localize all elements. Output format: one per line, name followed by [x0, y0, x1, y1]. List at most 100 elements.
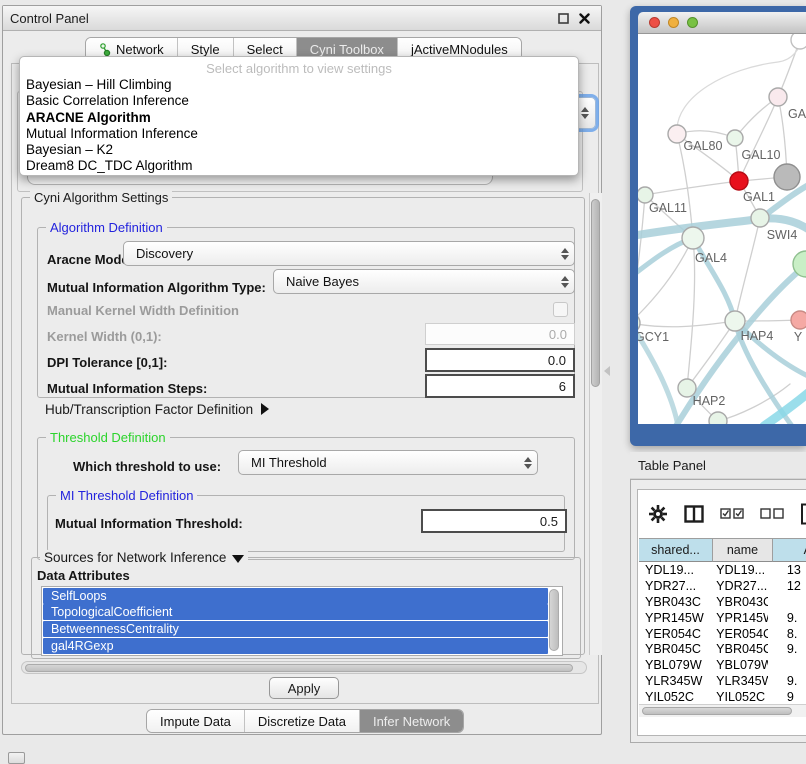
table-cell: YDR27...	[639, 579, 710, 593]
cyni-bottom-tabs: Impute Data Discretize Data Infer Network	[146, 709, 464, 733]
network-edge[interactable]	[645, 181, 739, 195]
aracne-mode-value: Discovery	[124, 246, 556, 261]
network-node-hap4[interactable]	[725, 311, 745, 331]
algorithm-option-basic-correlation-inference[interactable]: Basic Correlation Inference	[20, 93, 578, 109]
algorithm-option-dream8-dc-tdc-algorithm[interactable]: Dream8 DC_TDC Algorithm	[20, 158, 578, 174]
table-panel-title: Table Panel	[638, 458, 706, 473]
network-node-gal4[interactable]	[682, 227, 704, 249]
expand-right-icon[interactable]	[261, 403, 269, 415]
table-cell: YPR145W	[639, 611, 710, 625]
table-cell: 9.	[768, 611, 806, 625]
sources-group-title[interactable]: Sources for Network Inference	[40, 550, 248, 565]
deselect-all-checkboxes-icon[interactable]	[760, 508, 784, 519]
bottom-tab-discretize-data-label: Discretize Data	[258, 714, 346, 729]
hub-definition-section[interactable]: Hub/Transcription Factor Definition	[45, 402, 269, 417]
network-node-gal1[interactable]	[730, 172, 748, 190]
close-traffic-light-icon[interactable]	[649, 17, 660, 28]
network-node-y[interactable]	[791, 311, 806, 329]
new-table-document-icon[interactable]	[800, 503, 806, 525]
gear-icon[interactable]	[648, 504, 668, 524]
which-threshold-combo[interactable]: MI Threshold	[238, 450, 538, 475]
attributes-scrollbar-thumb[interactable]	[549, 589, 559, 651]
settings-horizontal-scrollbar-thumb[interactable]	[25, 664, 573, 672]
bottom-tab-discretize-data[interactable]: Discretize Data	[245, 710, 360, 732]
table-horizontal-scrollbar-thumb[interactable]	[642, 707, 792, 715]
algorithm-option-aracne-algorithm[interactable]: ARACNE Algorithm	[20, 110, 578, 126]
data-attributes-list[interactable]: SelfLoopsTopologicalCoefficientBetweenne…	[41, 586, 563, 656]
algorithm-definition-title: Algorithm Definition	[46, 220, 167, 235]
select-all-checkboxes-icon[interactable]	[720, 508, 744, 519]
network-edge[interactable]	[638, 195, 645, 323]
bottom-tab-infer-network[interactable]: Infer Network	[360, 710, 463, 732]
network-node-gal10[interactable]	[727, 130, 743, 146]
mi-threshold-label: Mutual Information Threshold:	[55, 516, 243, 531]
table-panel-body: shared...nameA YDL19...YDL19...13YDR27..…	[637, 489, 806, 736]
zoom-traffic-light-icon[interactable]	[687, 17, 698, 28]
close-icon[interactable]	[578, 12, 591, 25]
table-row[interactable]: YDL19...YDL19...13	[639, 562, 806, 578]
mi-steps-field[interactable]: 6	[425, 374, 575, 398]
table-row[interactable]: YIL052CYIL052C9	[639, 689, 806, 701]
settings-horizontal-scrollbar[interactable]	[21, 661, 587, 674]
panel-splitter-grip[interactable]	[604, 366, 610, 376]
table-cell: YBR045C	[710, 642, 768, 656]
aracne-mode-combo[interactable]: Discovery	[123, 241, 575, 266]
table-row[interactable]: YBL079WYBL079W	[639, 657, 806, 673]
float-window-icon[interactable]	[557, 12, 570, 25]
bottom-tab-impute-data[interactable]: Impute Data	[147, 710, 245, 732]
control-panel-window: Control Panel NetworkStyleSelectCyni Too…	[2, 5, 602, 735]
table-cell: 9	[768, 690, 806, 701]
network-edge[interactable]	[687, 238, 695, 388]
apply-button[interactable]: Apply	[269, 677, 339, 699]
combo-spinner-icon	[556, 248, 574, 260]
algorithm-dropdown-popup: Select algorithm to view settings Bayesi…	[19, 56, 579, 176]
table-horizontal-scrollbar[interactable]	[639, 704, 806, 717]
table-row[interactable]: YBR045CYBR045C9.	[639, 641, 806, 657]
network-window-titlebar[interactable]	[638, 12, 806, 34]
collapse-down-icon[interactable]	[232, 555, 244, 563]
table-row[interactable]: YER054CYER054C8.	[639, 626, 806, 642]
network-node-label: GAL80	[684, 139, 723, 153]
network-node-unlabeled[interactable]	[709, 412, 727, 424]
network-edge[interactable]	[735, 218, 760, 321]
control-panel-titlebar[interactable]: Control Panel	[3, 6, 601, 31]
network-edge[interactable]	[638, 321, 735, 327]
network-edge[interactable]	[739, 97, 778, 181]
table-row[interactable]: YPR145WYPR145W9.	[639, 610, 806, 626]
settings-vertical-scrollbar-thumb[interactable]	[591, 199, 600, 387]
tab-style-label: Style	[191, 42, 220, 57]
kernel-width-field[interactable]: 0.0	[425, 323, 575, 345]
bottom-corner-button[interactable]	[8, 752, 25, 764]
bottom-tab-impute-data-label: Impute Data	[160, 714, 231, 729]
dpi-tolerance-field[interactable]: 0.0	[425, 348, 575, 372]
network-node-unlabeled[interactable]	[774, 164, 800, 190]
algorithm-option-bayesian-hill-climbing[interactable]: Bayesian – Hill Climbing	[20, 77, 578, 93]
column-header-name[interactable]: name	[713, 538, 773, 562]
table-cell: 12	[768, 579, 806, 593]
attribute-item-gal4rgexp[interactable]: gal4RGexp	[43, 638, 548, 654]
network-node-label: SWI4	[767, 228, 798, 242]
columns-icon[interactable]	[684, 505, 704, 523]
table-cell: YDL19...	[710, 563, 768, 577]
minimize-traffic-light-icon[interactable]	[668, 17, 679, 28]
attribute-item-topologicalcoefficient[interactable]: TopologicalCoefficient	[43, 604, 548, 620]
table-cell: YLR345W	[639, 674, 710, 688]
table-header-row: shared...nameA	[639, 538, 806, 562]
network-node-swi4[interactable]	[751, 209, 769, 227]
attribute-item-betweennesscentrality[interactable]: BetweennessCentrality	[43, 621, 548, 637]
table-row[interactable]: YDR27...YDR27...12	[639, 578, 806, 594]
network-canvas-container[interactable]: GALGAL80GAL10GAL1GAL11SWI4GAL4GCY1HAP4YH…	[638, 34, 806, 424]
table-row[interactable]: YLR345WYLR345W9.	[639, 673, 806, 689]
column-header-a[interactable]: A	[773, 538, 806, 562]
network-node-unlabeled[interactable]	[791, 34, 806, 49]
manual-kernel-checkbox[interactable]	[553, 302, 568, 317]
mi-threshold-field[interactable]: 0.5	[421, 509, 567, 533]
column-header-shared[interactable]: shared...	[639, 538, 713, 562]
attribute-item-selfloops[interactable]: SelfLoops	[43, 588, 548, 604]
network-node-gal[interactable]	[769, 88, 787, 106]
algorithm-option-mutual-information-inference[interactable]: Mutual Information Inference	[20, 126, 578, 142]
table-row[interactable]: YBR043CYBR043C	[639, 594, 806, 610]
algorithm-option-bayesian-k2[interactable]: Bayesian – K2	[20, 142, 578, 158]
network-node-label: HAP2	[693, 394, 726, 408]
mi-type-combo[interactable]: Naive Bayes	[273, 269, 575, 294]
